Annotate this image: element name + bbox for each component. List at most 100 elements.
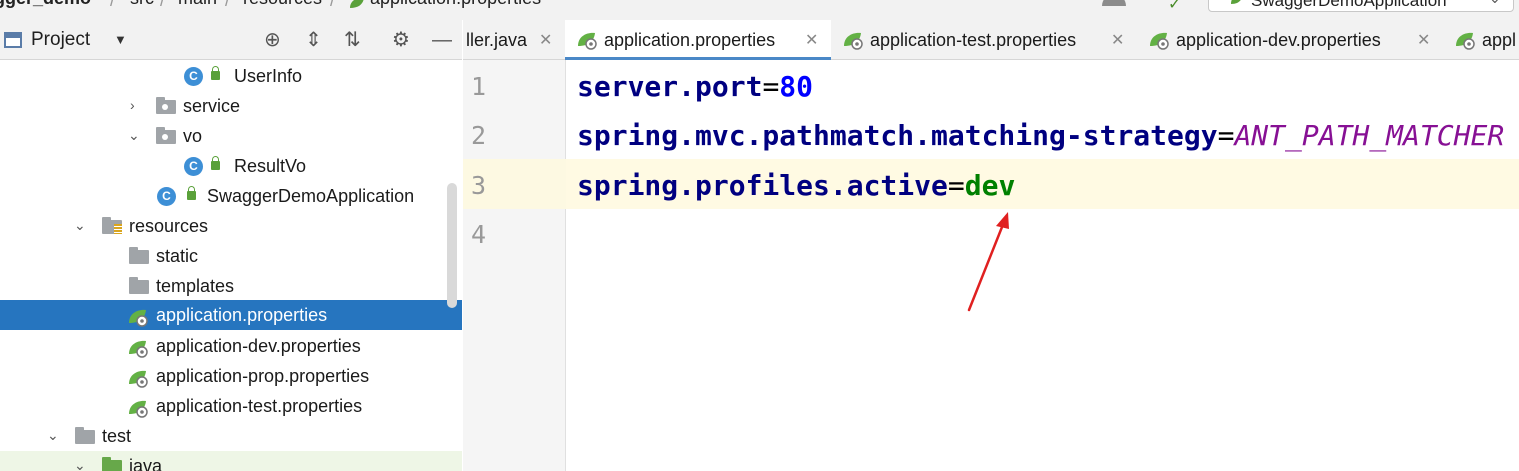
tree-item-application-dev-properties[interactable]: application-dev.properties [0, 331, 462, 361]
test-source-folder-icon [102, 457, 122, 471]
tree-item-templates[interactable]: templates [0, 271, 462, 301]
line-number: 4 [471, 220, 487, 249]
java-class-icon: C [184, 67, 203, 86]
tree-item-resultvo[interactable]: C ResultVo [0, 151, 462, 181]
spring-properties-icon [578, 32, 597, 50]
tree-item-label: application-test.properties [156, 396, 363, 416]
folder-icon [75, 427, 95, 444]
spring-properties-icon [844, 32, 863, 50]
breadcrumb-file[interactable]: application.properties [370, 0, 541, 9]
run-configuration-select[interactable]: SwaggerDemoApplication ⌄ [1208, 0, 1514, 12]
tree-item-label: SwaggerDemoApplication [207, 186, 415, 206]
tab-application-dev-properties[interactable]: application-dev.properties ✕ [1137, 20, 1443, 60]
tab-label: ller.java [466, 30, 528, 50]
chevron-down-icon[interactable]: ⌄ [74, 217, 86, 235]
user-icon[interactable] [1102, 0, 1126, 6]
tree-item-userinfo[interactable]: C UserInfo [0, 61, 462, 91]
close-icon[interactable]: ✕ [1417, 30, 1430, 50]
equals-sign: = [762, 70, 780, 103]
chevron-down-icon[interactable]: ⌄ [128, 127, 140, 145]
breadcrumb-src[interactable]: src [130, 0, 154, 9]
folder-icon [129, 277, 149, 294]
tree-item-vo[interactable]: ⌄ vo [0, 121, 462, 151]
tab-application-test-properties[interactable]: application-test.properties ✕ [831, 20, 1137, 60]
spring-properties-icon [129, 309, 148, 327]
tab-application-prop-properties[interactable]: appl [1443, 20, 1519, 60]
breadcrumb-project[interactable]: gger_demo [0, 0, 91, 9]
line-number: 1 [471, 72, 487, 101]
tree-item-label: application.properties [156, 305, 328, 325]
expand-all-icon[interactable]: ⇕ [305, 28, 322, 52]
breadcrumb-separator: / [160, 0, 166, 10]
tree-scrollbar[interactable] [447, 183, 457, 308]
tree-item-label: test [102, 426, 132, 446]
close-icon[interactable]: ✕ [1111, 30, 1124, 50]
collapse-all-icon[interactable]: ⇅ [344, 28, 361, 52]
tree-item-label: java [129, 456, 163, 471]
line-number: 2 [471, 121, 487, 150]
tab-controller-java[interactable]: ller.java ✕ [463, 20, 565, 60]
tree-item-application-properties[interactable]: application.properties [0, 300, 462, 330]
spring-boot-class-icon: C [157, 187, 176, 206]
breadcrumb-main[interactable]: main [178, 0, 217, 9]
chevron-right-icon[interactable]: › [130, 97, 142, 115]
property-key: server.port [577, 70, 763, 103]
line-number: 3 [471, 171, 487, 200]
code-line-1[interactable]: server.port=80 [577, 70, 813, 103]
tree-item-label: application-dev.properties [156, 336, 361, 356]
chevron-down-icon[interactable]: ⌄ [47, 427, 59, 445]
gear-icon[interactable]: ⚙ [392, 28, 410, 52]
tree-item-label: templates [156, 276, 235, 296]
tree-item-application-test-properties[interactable]: application-test.properties [0, 391, 462, 421]
tab-application-properties[interactable]: application.properties ✕ [565, 20, 831, 60]
lock-icon [211, 156, 220, 170]
tree-item-swaggerdemoapplication[interactable]: C SwaggerDemoApplication [0, 181, 462, 211]
breadcrumb-resources[interactable]: resources [243, 0, 322, 9]
breadcrumb-separator: / [330, 0, 336, 10]
tree-item-resources[interactable]: ⌄ resources [0, 211, 462, 241]
editor-tab-bar: ller.java ✕ application.properties ✕ app… [463, 20, 1519, 60]
spring-properties-icon [129, 400, 148, 418]
java-class-icon: C [184, 157, 203, 176]
tree-item-test[interactable]: ⌄ test [0, 421, 462, 451]
code-line-2[interactable]: spring.mvc.pathmatch.matching-strategy=A… [577, 119, 1504, 152]
lock-icon [187, 186, 196, 200]
tree-item-static[interactable]: static [0, 241, 462, 271]
close-icon[interactable]: ✕ [539, 30, 552, 50]
equals-sign: = [947, 169, 965, 202]
tree-item-label: ResultVo [234, 156, 307, 176]
resources-folder-icon [102, 217, 122, 234]
tab-label: appl [1482, 30, 1517, 50]
chevron-down-icon[interactable]: ▼ [114, 32, 127, 47]
code-editor[interactable]: server.port=80 spring.mvc.pathmatch.matc… [566, 60, 1519, 471]
package-icon [156, 127, 176, 144]
project-window-icon [4, 32, 22, 48]
hammer-icon[interactable]: ✓ [1168, 0, 1181, 14]
tree-item-label: service [183, 96, 241, 116]
spring-properties-icon [1456, 32, 1475, 50]
close-icon[interactable]: ✕ [805, 30, 818, 50]
package-icon [156, 97, 176, 114]
breadcrumb-separator: / [225, 0, 231, 10]
minimize-icon[interactable]: — [432, 28, 452, 52]
project-tree: C UserInfo › service ⌄ vo C ResultVo C S… [0, 60, 462, 471]
annotation-arrow-icon [967, 212, 1009, 312]
chevron-down-icon[interactable]: ⌄ [74, 457, 86, 471]
tree-item-java[interactable]: ⌄ java [0, 451, 462, 471]
project-panel-title[interactable]: Project [31, 29, 90, 51]
code-line-3[interactable]: spring.profiles.active=dev [577, 169, 1015, 202]
tab-label: application-dev.properties [1176, 30, 1381, 50]
spring-boot-icon [1231, 0, 1241, 4]
breadcrumb-bar: gger_demo / src / main / resources / app… [0, 0, 1519, 20]
property-value: dev [964, 169, 1016, 202]
tree-item-application-prop-properties[interactable]: application-prop.properties [0, 361, 462, 391]
crosshair-icon[interactable]: ⊕ [264, 28, 281, 52]
tree-item-label: application-prop.properties [156, 366, 370, 386]
tab-label: application-test.properties [870, 30, 1077, 50]
tree-item-label: vo [183, 126, 203, 146]
lock-icon [211, 66, 220, 80]
spring-properties-icon [129, 370, 148, 388]
folder-icon [129, 247, 149, 264]
tree-item-service[interactable]: › service [0, 91, 462, 121]
project-panel-header: Project ▼ ⊕ ⇕ ⇅ ⚙ — [0, 20, 462, 60]
